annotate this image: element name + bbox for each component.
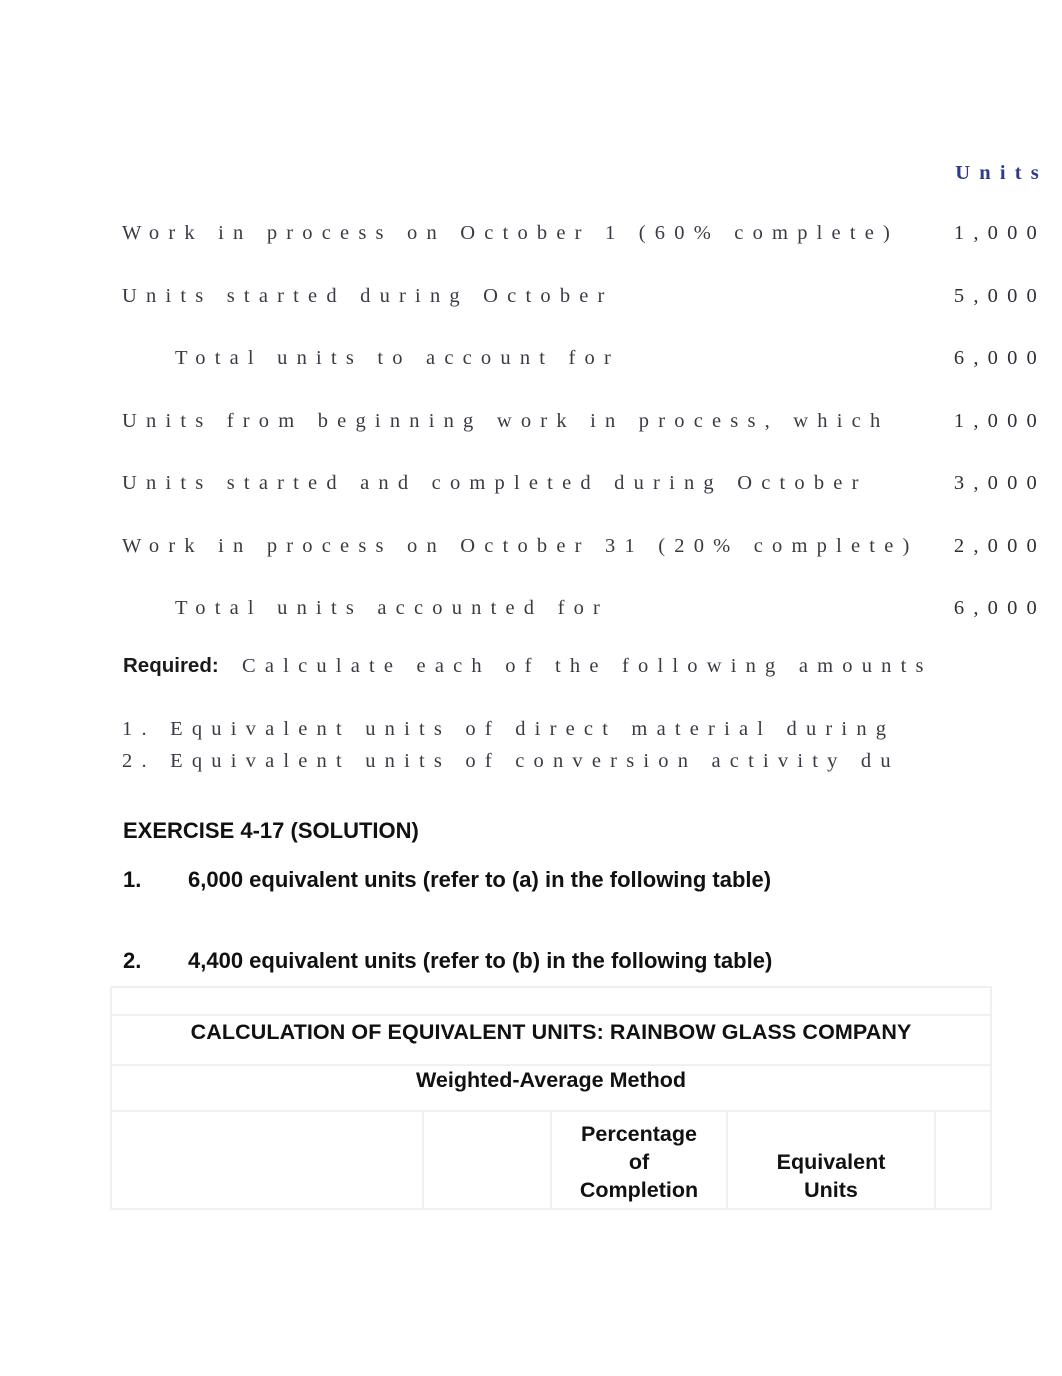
problem-line: Units started and completed during Octob… bbox=[0, 468, 1062, 508]
required-item-clip: 1. Equivalent units of direct material d… bbox=[0, 716, 1062, 746]
problem-line: Work in process on October 31 (20% compl… bbox=[0, 531, 1062, 571]
problem-line-label: Total units accounted for bbox=[175, 597, 610, 619]
table-row-title: CALCULATION OF EQUIVALENT UNITS: RAINBOW… bbox=[109, 1014, 993, 1066]
problem-line: Total units to account for 6,000 bbox=[0, 343, 1062, 383]
required-block: Required: Calculate each of the followin… bbox=[0, 652, 1062, 688]
table-row-spacer bbox=[109, 986, 993, 1016]
problem-line: Work in process on October 1 (60% comple… bbox=[0, 218, 1062, 258]
problem-line: Units started during October 5,000 bbox=[0, 281, 1062, 321]
problem-line-value: 6,000 bbox=[953, 597, 1046, 619]
table-header-equivalent-units: Equivalent Units bbox=[726, 1110, 936, 1210]
table-header-trailing bbox=[933, 1110, 993, 1210]
problem-line-value: 3,000 bbox=[953, 472, 1046, 494]
required-instruction: Calculate each of the following amounts bbox=[242, 655, 933, 677]
table-subtitle: Weighted-Average Method bbox=[109, 1064, 993, 1112]
table-header-description bbox=[110, 1110, 424, 1210]
table-header-physical-units bbox=[422, 1110, 552, 1210]
problem-line-label: Units started and completed during Octob… bbox=[122, 472, 868, 494]
units-column-header: Units bbox=[955, 162, 1048, 184]
table-row-headers: Percentage of Completion Equivalent Unit… bbox=[110, 1110, 993, 1210]
solution-answer-2: 2. 4,400 equivalent units (refer to (b) … bbox=[123, 947, 1023, 977]
document-page: Units Work in process on October 1 (60% … bbox=[0, 0, 1062, 1376]
required-item: 1. Equivalent units of direct material d… bbox=[122, 718, 896, 740]
problem-line-value: 5,000 bbox=[953, 285, 1046, 307]
required-item-clip: 2. Equivalent units of conversion activi… bbox=[0, 748, 1062, 778]
solution-answer-1: 1. 6,000 equivalent units (refer to (a) … bbox=[123, 866, 1023, 896]
table-title: CALCULATION OF EQUIVALENT UNITS: RAINBOW… bbox=[109, 1014, 993, 1066]
problem-line-value: 2,000 bbox=[953, 535, 1046, 557]
problem-line: Units from beginning work in process, wh… bbox=[0, 406, 1062, 446]
table-row-subtitle: Weighted-Average Method bbox=[109, 1064, 993, 1112]
equivalent-units-table: CALCULATION OF EQUIVALENT UNITS: RAINBOW… bbox=[109, 986, 993, 1210]
problem-line-value: 1,000 bbox=[953, 410, 1046, 432]
table-header-percentage-of-completion: Percentage of Completion bbox=[550, 1110, 728, 1210]
solution-answer-text: 4,400 equivalent units (refer to (b) in … bbox=[188, 948, 773, 973]
problem-line-label: Work in process on October 31 (20% compl… bbox=[122, 535, 919, 557]
solution-answer-marker: 2. bbox=[123, 948, 142, 973]
problem-line-label: Units from beginning work in process, wh… bbox=[122, 410, 890, 432]
solution-heading: EXERCISE 4-17 (SOLUTION) bbox=[123, 818, 419, 843]
problem-line-value: 6,000 bbox=[953, 347, 1046, 369]
required-item: 2. Equivalent units of conversion activi… bbox=[122, 750, 900, 772]
required-label: Required: bbox=[123, 654, 219, 677]
problem-line: Total units accounted for 6,000 bbox=[0, 593, 1062, 633]
problem-line-value: 1,000 bbox=[953, 222, 1046, 244]
table-spacer-cell bbox=[109, 986, 993, 1016]
solution-answer-marker: 1. bbox=[123, 867, 142, 892]
problem-line-label: Work in process on October 1 (60% comple… bbox=[122, 222, 900, 244]
solution-answer-text: 6,000 equivalent units (refer to (a) in … bbox=[188, 867, 772, 892]
problem-line-label: Total units to account for bbox=[175, 347, 620, 369]
problem-line-label: Units started during October bbox=[122, 285, 614, 307]
